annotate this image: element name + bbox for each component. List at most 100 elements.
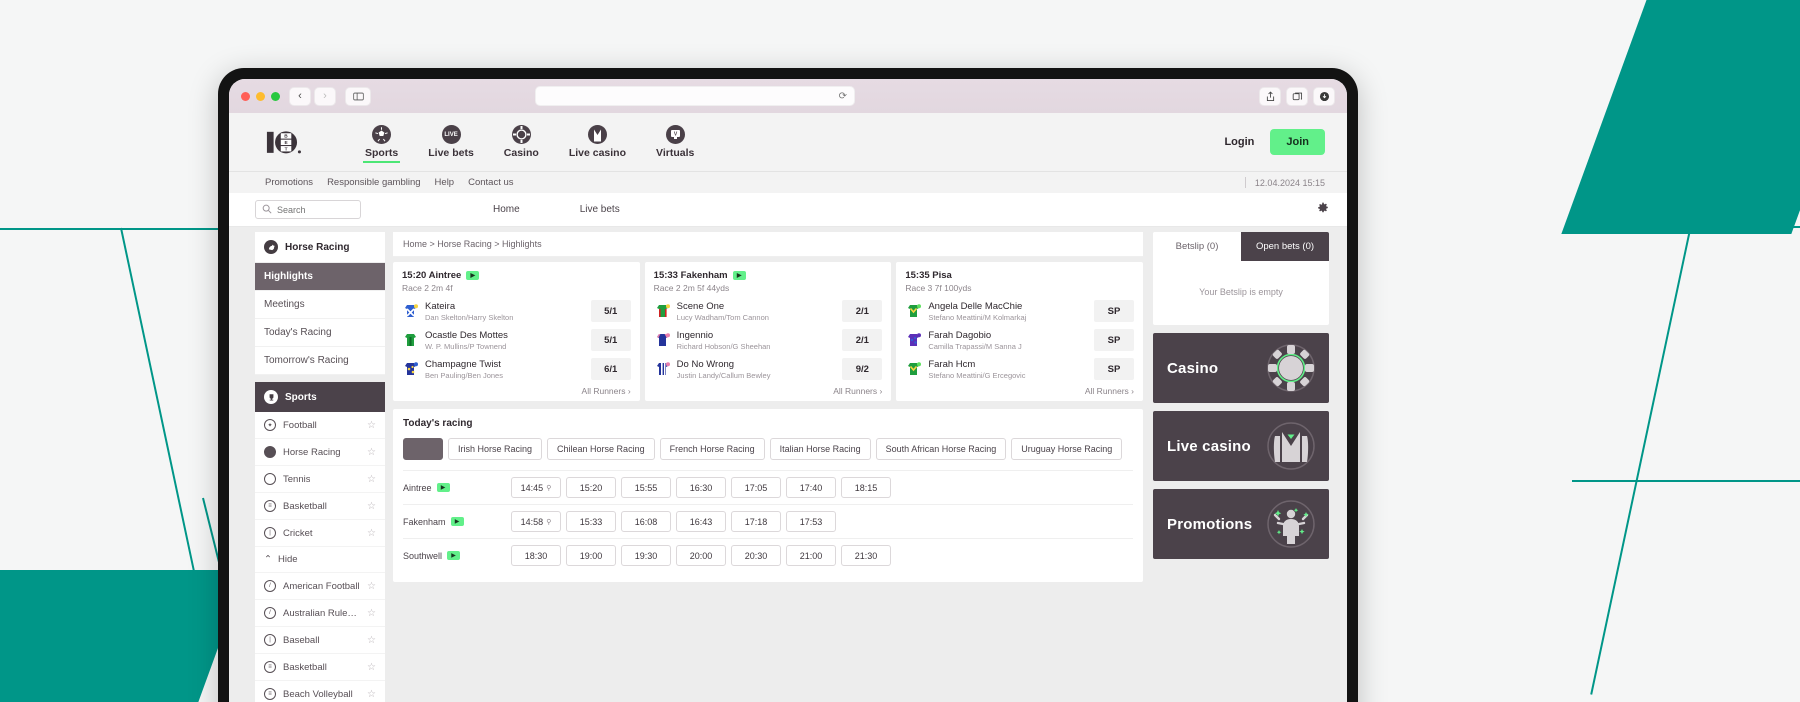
race-time-button[interactable]: 20:00 xyxy=(676,545,726,566)
login-button[interactable]: Login xyxy=(1224,136,1254,148)
favourite-star-icon[interactable]: ☆ xyxy=(367,635,376,646)
race-time-button[interactable]: 19:30 xyxy=(621,545,671,566)
gear-icon[interactable] xyxy=(1317,201,1329,219)
sidebar-sport-horse-racing[interactable]: Horse Racing ☆ xyxy=(255,439,385,466)
race-time-button[interactable]: 16:30 xyxy=(676,477,726,498)
sidebar-sport-football[interactable]: ✦ Football ☆ xyxy=(255,412,385,439)
race-time-button[interactable]: 17:05 xyxy=(731,477,781,498)
sidebar-toggle-icon[interactable] xyxy=(345,86,371,106)
sidebar-sport-australian-rules-football[interactable]: / Australian Rules Foot... ☆ xyxy=(255,600,385,627)
sublink-responsible-gambling[interactable]: Responsible gambling xyxy=(327,177,420,188)
country-chip-irish[interactable]: Irish Horse Racing xyxy=(448,438,543,460)
favourite-star-icon[interactable]: ☆ xyxy=(367,420,376,431)
sidebar-sport-basketball[interactable]: ≡ Basketball ☆ xyxy=(255,493,385,520)
nav-item-sports[interactable]: Sports xyxy=(363,125,401,163)
favourite-star-icon[interactable]: ☆ xyxy=(367,608,376,619)
all-runners-link[interactable]: All Runners › xyxy=(905,380,1134,396)
country-chip-chilean[interactable]: Chilean Horse Racing xyxy=(547,438,655,460)
sidebar-item-tomorrows-racing[interactable]: Tomorrow's Racing xyxy=(255,347,385,375)
all-runners-link[interactable]: All Runners › xyxy=(654,380,882,396)
odds-button[interactable]: 2/1 xyxy=(842,329,883,351)
nav-item-virtuals[interactable]: V Virtuals xyxy=(656,125,694,159)
forward-button[interactable]: › xyxy=(314,86,336,106)
sublink-promotions[interactable]: Promotions xyxy=(265,177,313,188)
odds-button[interactable]: 5/1 xyxy=(590,329,631,351)
odds-button[interactable]: SP xyxy=(1094,300,1135,322)
tab-open-bets[interactable]: Open bets (0) xyxy=(1241,232,1329,261)
sidebar-item-meetings[interactable]: Meetings xyxy=(255,291,385,319)
join-button[interactable]: Join xyxy=(1270,129,1325,155)
all-runners-link[interactable]: All Runners › xyxy=(402,380,631,396)
country-chip-french[interactable]: French Horse Racing xyxy=(659,438,765,460)
minimize-window-button[interactable] xyxy=(256,91,265,101)
share-icon[interactable] xyxy=(1259,86,1281,106)
promo-card-promotions[interactable]: Promotions xyxy=(1153,489,1329,559)
nav-item-live-casino[interactable]: Live casino xyxy=(569,125,626,159)
race-time-button[interactable]: 17:40 xyxy=(786,477,836,498)
race-time-button[interactable]: 18:30 xyxy=(511,545,561,566)
search-input[interactable] xyxy=(277,204,354,215)
odds-button[interactable]: SP xyxy=(1094,329,1135,351)
odds-button[interactable]: 2/1 xyxy=(842,300,883,322)
tab-betslip[interactable]: Betslip (0) xyxy=(1153,232,1241,261)
nav-item-live-bets[interactable]: LIVE Live bets xyxy=(428,125,474,159)
sidebar-sport-basketball-2[interactable]: ≡ Basketball ☆ xyxy=(255,654,385,681)
sidebar-sport-baseball[interactable]: | Baseball ☆ xyxy=(255,627,385,654)
country-chip-uruguay[interactable]: Uruguay Horse Racing xyxy=(1011,438,1123,460)
play-icon[interactable]: ▶ xyxy=(732,271,746,280)
downloads-icon[interactable] xyxy=(1313,86,1335,106)
race-time-button[interactable]: 15:55 xyxy=(621,477,671,498)
favourite-star-icon[interactable]: ☆ xyxy=(367,528,376,539)
odds-button[interactable]: 6/1 xyxy=(590,358,631,380)
race-time-button[interactable]: 17:18 xyxy=(731,511,781,532)
sidebar-sport-beach-volleyball[interactable]: ≡ Beach Volleyball ☆ xyxy=(255,681,385,702)
promo-card-live-casino[interactable]: Live casino xyxy=(1153,411,1329,481)
sublink-help[interactable]: Help xyxy=(435,177,455,188)
nav-item-casino[interactable]: Casino xyxy=(504,125,539,159)
sidebar-item-highlights[interactable]: Highlights xyxy=(255,263,385,291)
sublink-contact-us[interactable]: Contact us xyxy=(468,177,513,188)
race-time-button[interactable]: 17:53 xyxy=(786,511,836,532)
race-time-button[interactable]: 15:33 xyxy=(566,511,616,532)
race-time-button[interactable]: 14:58 ⚲ xyxy=(511,511,561,532)
country-chip-selected[interactable] xyxy=(403,438,443,460)
tabs-icon[interactable] xyxy=(1286,86,1308,106)
race-time-button[interactable]: 16:43 xyxy=(676,511,726,532)
favourite-star-icon[interactable]: ☆ xyxy=(367,447,376,458)
favourite-star-icon[interactable]: ☆ xyxy=(367,581,376,592)
race-time-button[interactable]: 20:30 xyxy=(731,545,781,566)
odds-button[interactable]: 5/1 xyxy=(590,300,631,322)
race-time-button[interactable]: 18:15 xyxy=(841,477,891,498)
sidebar-hide-toggle[interactable]: ⌃ Hide xyxy=(255,547,385,573)
sidebar-sport-cricket[interactable]: | Cricket ☆ xyxy=(255,520,385,547)
favourite-star-icon[interactable]: ☆ xyxy=(367,474,376,485)
favourite-star-icon[interactable]: ☆ xyxy=(367,689,376,700)
play-icon[interactable]: ▶ xyxy=(466,271,480,280)
odds-button[interactable]: SP xyxy=(1094,358,1135,380)
favourite-star-icon[interactable]: ☆ xyxy=(367,501,376,512)
country-chip-south-african[interactable]: South African Horse Racing xyxy=(875,438,1007,460)
race-time-button[interactable]: 16:08 xyxy=(621,511,671,532)
reload-icon[interactable]: ⟳ xyxy=(839,91,847,102)
play-icon[interactable]: ▶ xyxy=(436,483,450,492)
sidebar-sport-american-football[interactable]: / American Football ☆ xyxy=(255,573,385,600)
odds-button[interactable]: 9/2 xyxy=(842,358,883,380)
sidebar-item-todays-racing[interactable]: Today's Racing xyxy=(255,319,385,347)
brand-logo[interactable]: B E T xyxy=(265,127,309,157)
sidebar-sport-tennis[interactable]: Tennis ☆ xyxy=(255,466,385,493)
back-button[interactable]: ‹ xyxy=(289,86,311,106)
tab-live-bets[interactable]: Live bets xyxy=(580,204,620,215)
play-icon[interactable]: ▶ xyxy=(450,517,464,526)
promo-card-casino[interactable]: Casino xyxy=(1153,333,1329,403)
race-time-button[interactable]: 14:45 ⚲ xyxy=(511,477,561,498)
play-icon[interactable]: ▶ xyxy=(447,551,461,560)
race-time-button[interactable]: 15:20 xyxy=(566,477,616,498)
favourite-star-icon[interactable]: ☆ xyxy=(367,662,376,673)
race-time-button[interactable]: 21:30 xyxy=(841,545,891,566)
search-box[interactable] xyxy=(255,200,361,219)
race-time-button[interactable]: 19:00 xyxy=(566,545,616,566)
country-chip-italian[interactable]: Italian Horse Racing xyxy=(769,438,871,460)
tab-home[interactable]: Home xyxy=(493,204,520,215)
address-bar[interactable]: ⟳ xyxy=(535,86,855,106)
race-time-button[interactable]: 21:00 xyxy=(786,545,836,566)
